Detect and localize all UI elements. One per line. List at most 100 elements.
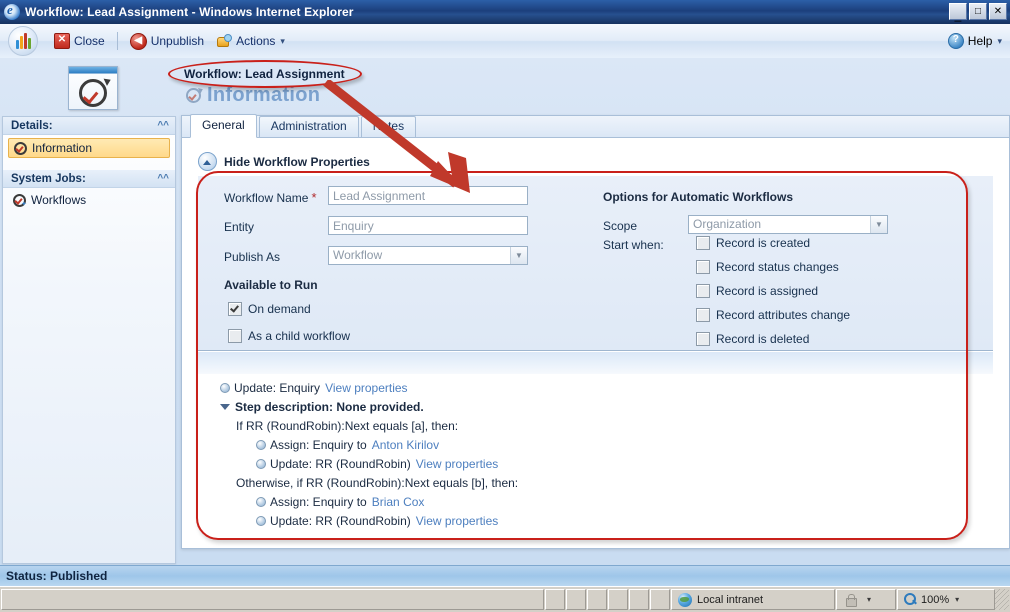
help-question-icon: ? <box>947 33 964 49</box>
sidebar-group-system-jobs-header[interactable]: System Jobs: ^^ <box>3 170 175 188</box>
sidebar-item-label: Information <box>32 141 93 155</box>
close-x-icon: ✕ <box>54 33 70 49</box>
as-child-workflow-checkbox[interactable] <box>228 329 242 343</box>
on-demand-checkbox[interactable] <box>228 302 242 316</box>
scope-value: Organization <box>693 217 762 231</box>
scope-select[interactable]: Organization ▼ <box>688 215 888 234</box>
step-text: Step description: None provided. <box>235 399 424 414</box>
trigger-record-created-checkbox[interactable] <box>696 236 710 250</box>
crm-toolbar: ✕ Close ◀ Unpublish Actions ▾ ? Help ▾ <box>0 24 1010 59</box>
scope-row: Scope <box>603 219 637 233</box>
close-window-button[interactable]: ✕ <box>989 3 1007 20</box>
as-child-workflow-checkbox-row[interactable]: As a child workflow <box>228 329 350 343</box>
trigger-label: Record attributes change <box>716 308 851 322</box>
trigger-label: Record is assigned <box>716 284 819 298</box>
internet-explorer-icon <box>4 2 20 20</box>
chevron-down-icon[interactable] <box>220 403 230 410</box>
form-area: Hide Workflow Properties Workflow Name *… <box>182 138 1009 548</box>
zoom-control[interactable]: 100% ▾ <box>897 589 995 610</box>
step-row: Otherwise, if RR (RoundRobin):Next equal… <box>198 473 993 492</box>
assignee-link[interactable]: Brian Cox <box>372 495 425 509</box>
close-button[interactable]: ✕ Close <box>48 29 111 53</box>
publish-as-select[interactable]: Workflow ▼ <box>328 246 528 265</box>
minimize-button[interactable]: _ <box>949 3 967 21</box>
workflow-name-input[interactable]: Lead Assignment <box>328 186 528 205</box>
page-title: Information <box>186 84 320 107</box>
trigger-record-attributes-change-row[interactable]: Record attributes change <box>696 308 850 322</box>
tab-general[interactable]: General <box>190 114 257 138</box>
resize-grip[interactable] <box>995 589 1009 610</box>
workflow-check-icon <box>186 88 201 103</box>
sidebar-item-information[interactable]: Information <box>8 138 170 158</box>
assignee-link[interactable]: Anton Kirilov <box>372 438 439 452</box>
publish-as-label: Publish As <box>224 250 281 264</box>
trigger-record-deleted-row[interactable]: Record is deleted <box>696 332 809 346</box>
browser-status-message <box>1 589 544 610</box>
step-row[interactable]: Assign: Enquiry to Anton Kirilov <box>198 435 993 454</box>
trigger-record-assigned-checkbox[interactable] <box>696 284 710 298</box>
view-properties-link[interactable]: View properties <box>416 457 499 471</box>
tab-administration[interactable]: Administration <box>258 116 359 137</box>
step-text: Update: RR (RoundRobin) <box>270 456 411 471</box>
chevron-down-icon[interactable]: ▾ <box>955 595 959 604</box>
window-title-bar: Workflow: Lead Assignment - Windows Inte… <box>0 0 1010 25</box>
content-panel: General Administration Notes Hide Workfl… <box>181 114 1010 549</box>
entity-value: Enquiry <box>333 219 374 233</box>
step-bullet-icon <box>256 496 266 507</box>
chevron-down-icon: ▾ <box>280 35 285 46</box>
trigger-record-created-row[interactable]: Record is created <box>696 236 810 250</box>
workflow-check-icon <box>79 79 107 107</box>
step-row[interactable]: Step description: None provided. <box>198 397 993 416</box>
trigger-record-status-changes-checkbox[interactable] <box>696 260 710 274</box>
hide-workflow-properties-toggle[interactable]: Hide Workflow Properties <box>198 152 370 171</box>
actions-menu-button[interactable]: Actions ▾ <box>210 29 291 53</box>
zoom-level-label: 100% <box>921 593 950 606</box>
tab-strip: General Administration Notes <box>182 114 1009 138</box>
chevron-up-icon[interactable]: ^^ <box>157 173 169 184</box>
chevron-down-icon[interactable]: ▼ <box>870 216 887 233</box>
step-bullet-icon <box>256 458 266 469</box>
step-row[interactable]: Update: RR (RoundRobin) View properties <box>198 454 993 473</box>
tab-notes[interactable]: Notes <box>360 116 417 137</box>
sidebar-item-workflows[interactable]: ✦ Workflows <box>8 191 170 209</box>
status-slot-6 <box>650 589 670 610</box>
view-properties-link[interactable]: View properties <box>325 381 408 395</box>
trigger-record-assigned-row[interactable]: Record is assigned <box>696 284 818 298</box>
chevron-up-circle-icon <box>198 152 217 171</box>
close-button-label: Close <box>74 34 105 48</box>
help-menu-button[interactable]: ? Help ▾ <box>947 24 1002 58</box>
automatic-workflows-heading: Options for Automatic Workflows <box>603 190 794 204</box>
window-controls: _ □ ✕ <box>949 3 1007 21</box>
chevron-up-icon[interactable]: ^^ <box>157 120 169 131</box>
browser-status-bar: Local intranet ▾ 100% ▾ <box>0 586 1010 612</box>
trigger-record-status-changes-row[interactable]: Record status changes <box>696 260 839 274</box>
sidebar-group-details-header[interactable]: Details: ^^ <box>3 117 175 135</box>
security-zone-indicator[interactable]: Local intranet <box>671 589 835 610</box>
protected-mode-indicator[interactable]: ▾ <box>836 589 896 610</box>
step-row[interactable]: Update: RR (RoundRobin) View properties <box>198 511 993 530</box>
step-bullet-icon <box>256 515 266 526</box>
step-row[interactable]: Update: Enquiry View properties <box>198 378 993 397</box>
close-icon: ✕ <box>993 6 1003 17</box>
trigger-label: Record status changes <box>716 260 839 274</box>
actions-button-label: Actions <box>236 34 276 48</box>
entity-input[interactable]: Enquiry <box>328 216 528 235</box>
actions-hand-icon <box>216 34 233 48</box>
sidebar-group-system-jobs-label: System Jobs: <box>11 172 86 185</box>
chevron-down-icon[interactable]: ▼ <box>510 247 527 264</box>
tab-label: General <box>202 118 245 132</box>
trigger-record-attributes-change-checkbox[interactable] <box>696 308 710 322</box>
status-slot-3 <box>587 589 607 610</box>
on-demand-label: On demand <box>248 302 311 316</box>
page-title-label: Information <box>207 84 321 106</box>
step-row[interactable]: Assign: Enquiry to Brian Cox <box>198 492 993 511</box>
maximize-button[interactable]: □ <box>969 3 987 20</box>
step-text: Assign: Enquiry to <box>270 494 367 509</box>
chevron-down-icon[interactable]: ▾ <box>867 595 871 604</box>
trigger-record-deleted-checkbox[interactable] <box>696 332 710 346</box>
required-asterisk: * <box>311 190 317 205</box>
view-properties-link[interactable]: View properties <box>416 514 499 528</box>
on-demand-checkbox-row[interactable]: On demand <box>228 302 311 316</box>
step-text: Otherwise, if RR (RoundRobin):Next equal… <box>236 475 519 490</box>
unpublish-button[interactable]: ◀ Unpublish <box>124 29 210 53</box>
